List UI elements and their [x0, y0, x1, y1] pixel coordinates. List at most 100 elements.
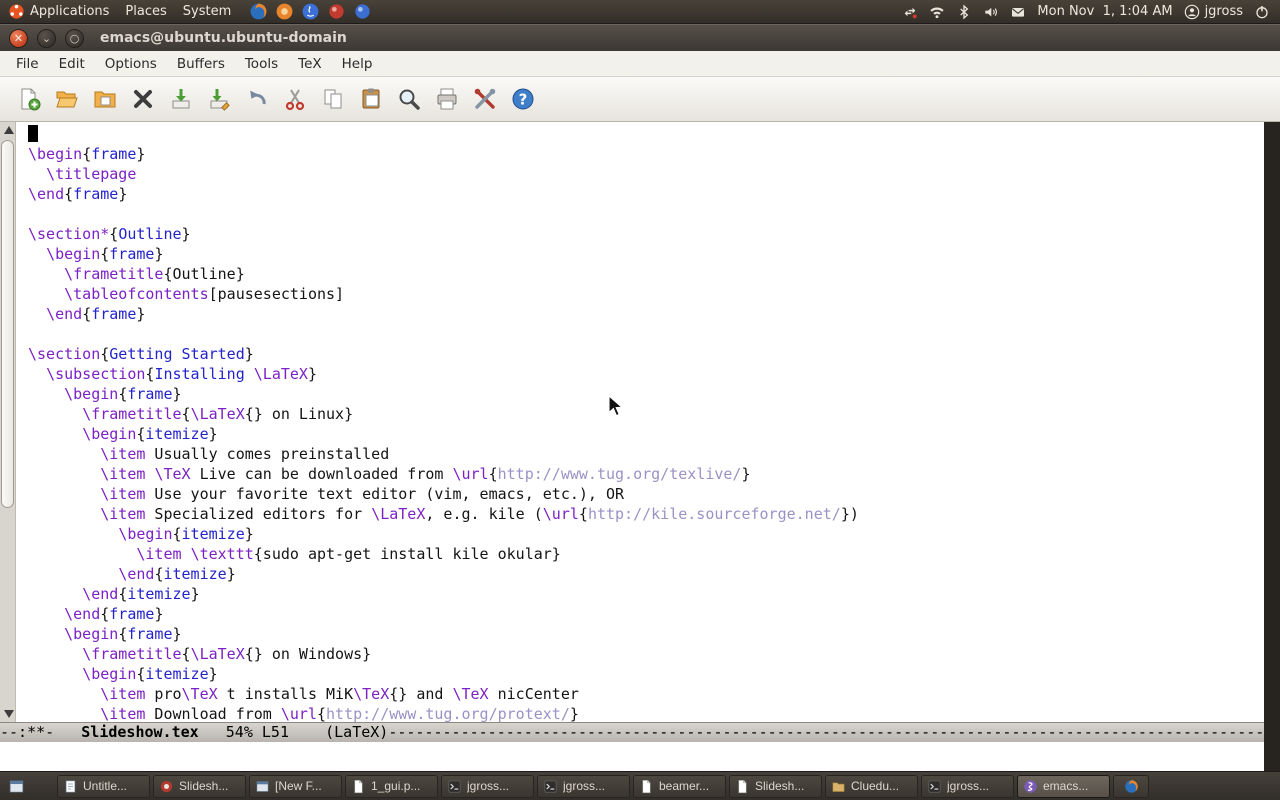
save-as-button[interactable] [202, 82, 235, 116]
close-buffer-icon [131, 87, 155, 111]
search-button[interactable] [392, 82, 425, 116]
taskbar-item[interactable]: jgross... [441, 775, 534, 798]
applications-menu-label: Applications [30, 4, 109, 19]
open-folder-button[interactable] [50, 82, 83, 116]
dired-folder-button[interactable] [88, 82, 121, 116]
cut-button[interactable] [278, 82, 311, 116]
echo-area[interactable] [0, 742, 1264, 771]
terminal-icon [927, 779, 942, 794]
print-button[interactable] [430, 82, 463, 116]
panel-launchers [249, 2, 372, 21]
taskbar-item[interactable]: Untitle... [57, 775, 150, 798]
taskbar-item[interactable]: [New F... [249, 775, 342, 798]
preferences-icon [473, 87, 497, 111]
code-line: \item \texttt{sudo apt-get install kile … [28, 544, 1264, 564]
show-desktop-button[interactable] [4, 775, 28, 798]
taskbar-item[interactable]: jgross... [537, 775, 630, 798]
code-line: \section*{Outline} [28, 224, 1264, 244]
taskbar-item[interactable]: jgross... [921, 775, 1014, 798]
app-red-icon[interactable] [327, 2, 346, 21]
code-line: \end{itemize} [28, 584, 1264, 604]
code-line: \titlepage [28, 164, 1264, 184]
save-as-icon [207, 87, 231, 111]
taskbar-item[interactable]: beamer... [633, 775, 726, 798]
menu-tex[interactable]: TeX [288, 53, 332, 75]
vertical-scrollbar[interactable] [0, 122, 16, 722]
volume-icon[interactable] [983, 4, 999, 20]
text-editor[interactable]: \begin{frame} \titlepage\end{frame}\sect… [17, 124, 1264, 722]
new-file-button[interactable] [12, 82, 45, 116]
code-line: \end{frame} [28, 304, 1264, 324]
scrollbar-thumb[interactable] [1, 140, 14, 508]
taskbar-item-firefox[interactable] [1113, 775, 1149, 798]
save-button[interactable] [164, 82, 197, 116]
modeline[interactable]: --:**- Slideshow.tex 54% L51 (LaTeX)----… [0, 722, 1264, 742]
modeline-dashes: ----------------------------------------… [388, 723, 1264, 741]
window-titlebar[interactable]: ✕ ⌄ ○ emacs@ubuntu.ubuntu-domain [0, 24, 1280, 51]
code-line: \begin{frame} [28, 144, 1264, 164]
code-line: \frametitle{\LaTeX{} on Windows} [28, 644, 1264, 664]
taskbar-item[interactable]: 1_gui.p... [345, 775, 438, 798]
taskbar-item[interactable]: Cluedu... [825, 775, 918, 798]
code-line: \item Use your favorite text editor (vim… [28, 484, 1264, 504]
applications-menu[interactable]: Applications [0, 0, 117, 23]
menu-file[interactable]: File [6, 53, 49, 75]
power-icon[interactable] [1254, 4, 1270, 20]
menu-tools[interactable]: Tools [235, 53, 288, 75]
taskbar-item-label: [New F... [275, 779, 322, 793]
maximize-button[interactable]: ○ [65, 29, 84, 48]
user-icon [1184, 4, 1200, 20]
code-line: \item \TeX Live can be downloaded from \… [28, 464, 1264, 484]
taskbar-item[interactable]: Slidesh... [729, 775, 822, 798]
code-line: \section{Getting Started} [28, 344, 1264, 364]
clock-applet[interactable]: Mon Nov 1, 1:04 AM [1037, 4, 1172, 19]
mail-icon[interactable] [1010, 4, 1026, 20]
menu-buffers[interactable]: Buffers [167, 53, 235, 75]
paste-button[interactable] [354, 82, 387, 116]
show-desktop-icon [8, 778, 25, 795]
taskbar-item-label: Slidesh... [179, 779, 228, 793]
network-icon[interactable] [902, 4, 918, 20]
wifi-icon[interactable] [929, 4, 945, 20]
user-menu[interactable]: jgross [1184, 4, 1243, 20]
close-buffer-button[interactable] [126, 82, 159, 116]
window-right-edge [1264, 122, 1280, 771]
java-icon[interactable] [301, 2, 320, 21]
firefox-icon[interactable] [249, 2, 268, 21]
code-line: \end{frame} [28, 184, 1264, 204]
paste-icon [359, 87, 383, 111]
undo-button[interactable] [240, 82, 273, 116]
taskbar-item-label: jgross... [467, 779, 509, 793]
code-line: \begin{itemize} [28, 524, 1264, 544]
minimize-button[interactable]: ⌄ [37, 29, 56, 48]
taskbar: Untitle... Slidesh... [New F... 1_gui.p... j… [0, 771, 1280, 800]
places-menu[interactable]: Places [117, 0, 174, 23]
scrollbar-up-arrow[interactable] [4, 126, 14, 134]
system-menu-label: System [183, 4, 231, 19]
menu-options[interactable]: Options [95, 53, 167, 75]
copy-button[interactable] [316, 82, 349, 116]
print-icon [435, 87, 459, 111]
code-line: \subsection{Installing \LaTeX} [28, 364, 1264, 384]
app-blue-icon[interactable] [353, 2, 372, 21]
toolbar: ? [0, 77, 1280, 122]
close-button[interactable]: ✕ [9, 29, 28, 48]
software-center-icon[interactable] [275, 2, 294, 21]
username-label: jgross [1205, 4, 1243, 19]
menu-edit[interactable]: Edit [49, 53, 95, 75]
preferences-button[interactable] [468, 82, 501, 116]
code-line: \item Download from \url{http://www.tug.… [28, 704, 1264, 724]
copy-icon [321, 87, 345, 111]
scrollbar-down-arrow[interactable] [4, 710, 14, 718]
taskbar-item-label: emacs... [1043, 779, 1088, 793]
text-cursor [28, 125, 38, 142]
bluetooth-icon[interactable] [956, 4, 972, 20]
taskbar-item-label: Slidesh... [755, 779, 804, 793]
taskbar-item[interactable]: Slidesh... [153, 775, 246, 798]
taskbar-item[interactable]: emacs... [1017, 775, 1110, 798]
menu-help[interactable]: Help [332, 53, 383, 75]
code-line: \item pro\TeX t installs MiK\TeX{} and \… [28, 684, 1264, 704]
window-list: Untitle... Slidesh... [New F... 1_gui.p... j… [57, 775, 1110, 798]
help-button[interactable]: ? [506, 82, 539, 116]
system-menu[interactable]: System [175, 0, 239, 23]
